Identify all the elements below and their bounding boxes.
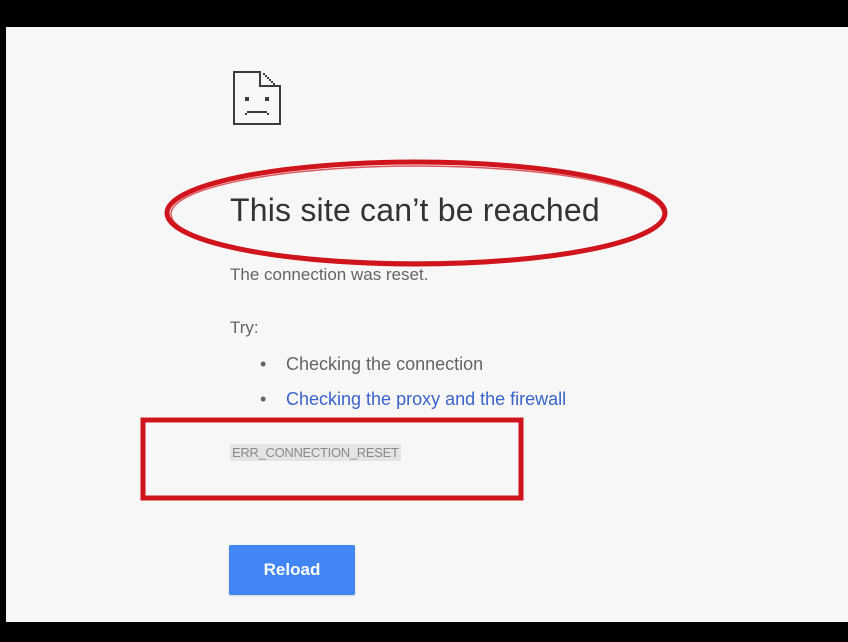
page-title: This site can’t be reached bbox=[230, 192, 600, 228]
screenshot-frame: This site can’t be reached The connectio… bbox=[0, 0, 848, 642]
error-code: ERR_CONNECTION_RESET bbox=[230, 444, 401, 461]
bullet-icon: • bbox=[260, 389, 267, 409]
reload-button[interactable]: Reload bbox=[229, 545, 355, 595]
suggestion-check-connection: Checking the connection bbox=[286, 354, 484, 374]
suggestion-list: • Checking the connection • Checking the p… bbox=[260, 353, 566, 423]
sad-page-icon bbox=[233, 71, 281, 125]
bullet-icon: • bbox=[260, 354, 267, 374]
error-page: This site can’t be reached The connectio… bbox=[6, 27, 848, 622]
try-label: Try: bbox=[230, 318, 259, 337]
suggestion-item: • Checking the connection bbox=[260, 353, 566, 388]
suggestion-proxy-firewall-link[interactable]: Checking the proxy and the firewall bbox=[286, 389, 566, 409]
suggestion-item: • Checking the proxy and the firewall bbox=[260, 388, 566, 423]
error-description: The connection was reset. bbox=[230, 265, 429, 284]
error-content: This site can’t be reached The connectio… bbox=[6, 27, 848, 622]
